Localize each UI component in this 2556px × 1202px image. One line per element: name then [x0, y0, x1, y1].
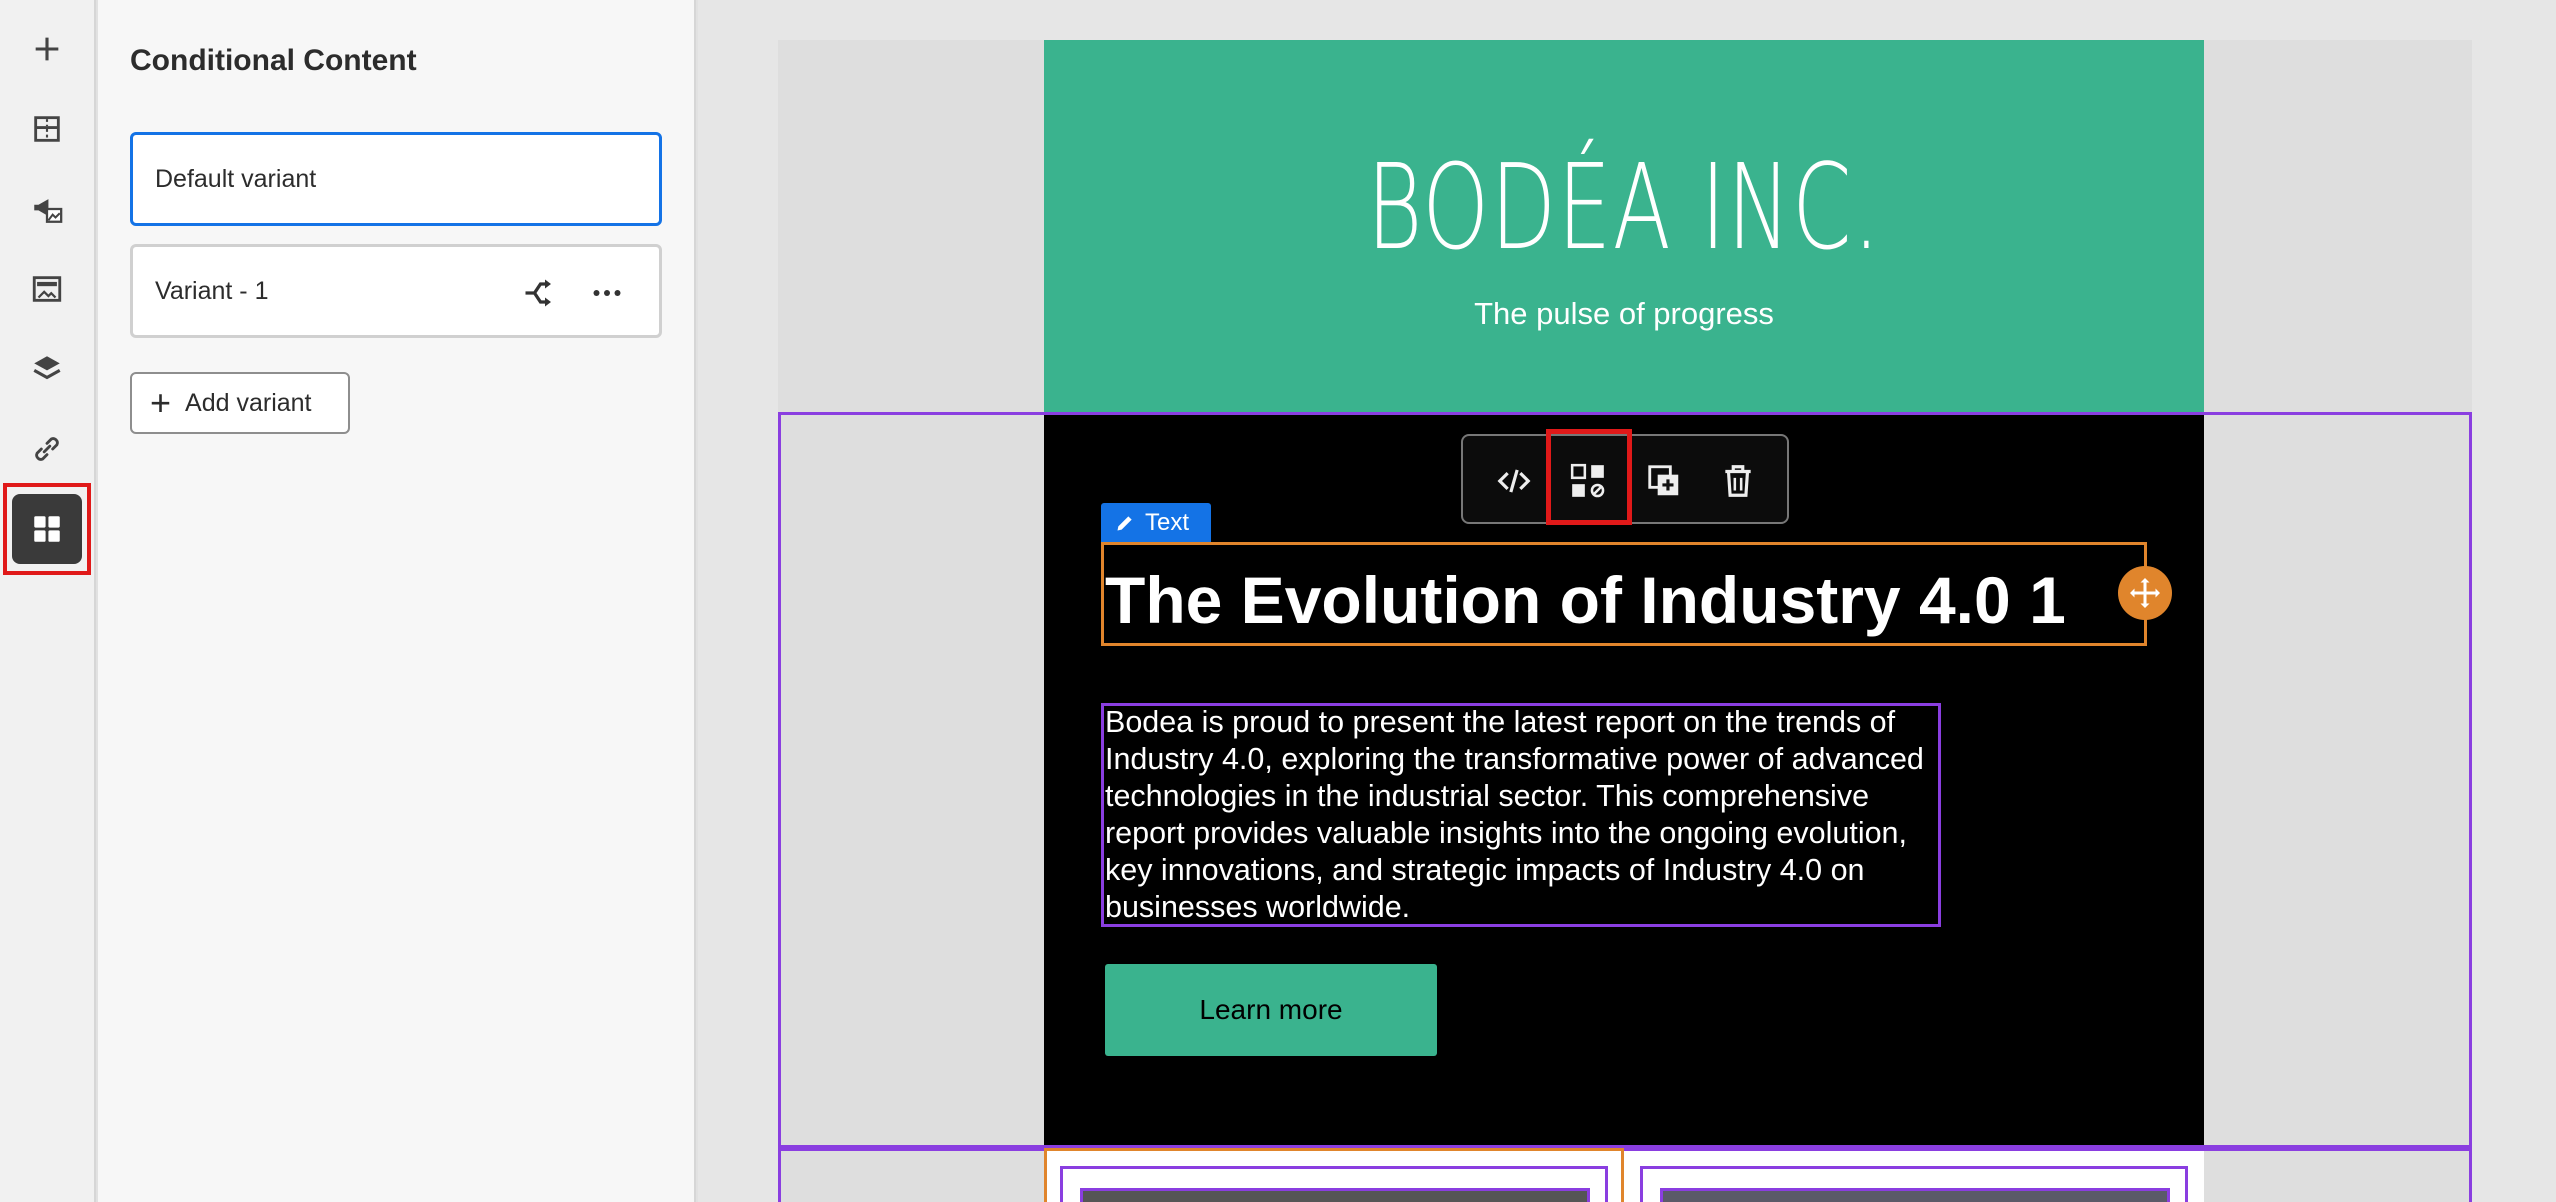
tagline: The pulse of progress: [1474, 296, 1774, 331]
pencil-icon: [1117, 516, 1132, 531]
rail-highlight-box: [3, 483, 91, 575]
conditional-content-panel: Conditional Content Default variant Vari…: [98, 0, 696, 1202]
delete-button[interactable]: [1711, 454, 1765, 508]
condition-rule-button[interactable]: [517, 271, 561, 315]
more-icon: [593, 290, 621, 296]
code-view-button[interactable]: [1487, 454, 1541, 508]
plus-icon: [35, 37, 59, 61]
fragments-button[interactable]: [12, 174, 82, 244]
right-column-image[interactable]: [1660, 1188, 2170, 1202]
add-variant-button[interactable]: + Add variant: [130, 372, 350, 434]
branch-icon: [525, 279, 551, 307]
learn-more-button[interactable]: Learn more: [1105, 964, 1437, 1056]
body-text[interactable]: Bodea is proud to present the latest rep…: [1105, 704, 1939, 926]
text-tag-label: Text: [1145, 509, 1190, 536]
variant-label: Variant - 1: [155, 276, 269, 305]
trash-icon: [1725, 465, 1751, 497]
layers-icon: [33, 356, 61, 380]
move-icon: [2130, 578, 2160, 608]
move-handle[interactable]: [2118, 566, 2172, 620]
structure-button[interactable]: [12, 94, 82, 164]
variant-default[interactable]: Default variant: [130, 132, 662, 226]
brand-logo: BODÉA INC.: [1366, 138, 1882, 276]
bottom-section-outline: [778, 1148, 2472, 1202]
left-column-image[interactable]: [1080, 1188, 1590, 1202]
structure-icon: [34, 116, 60, 142]
content-icon: [32, 276, 62, 302]
links-button[interactable]: [12, 414, 82, 484]
add-variant-label: Add variant: [185, 388, 312, 417]
panel-title: Conditional Content: [130, 44, 417, 77]
code-icon: [1497, 469, 1531, 493]
duplicate-icon: [1648, 465, 1679, 496]
headline[interactable]: The Evolution of Industry 4.0 1: [1105, 562, 2066, 638]
fragment-icon: [34, 199, 63, 223]
variant-more-button[interactable]: [585, 271, 629, 315]
link-icon: [35, 437, 59, 461]
duplicate-button[interactable]: [1637, 454, 1691, 508]
layers-button[interactable]: [12, 334, 82, 404]
toolbar-highlight-box: [1546, 429, 1632, 525]
plus-icon: +: [150, 382, 172, 423]
variant-label: Default variant: [155, 164, 317, 193]
content-button[interactable]: [12, 254, 82, 324]
add-button[interactable]: [12, 14, 82, 84]
left-rail: [0, 0, 96, 1202]
text-component-tag[interactable]: Text: [1101, 503, 1211, 543]
email-header[interactable]: BODÉA INC. The pulse of progress: [1044, 40, 2204, 412]
variant-1[interactable]: Variant - 1: [130, 244, 662, 338]
